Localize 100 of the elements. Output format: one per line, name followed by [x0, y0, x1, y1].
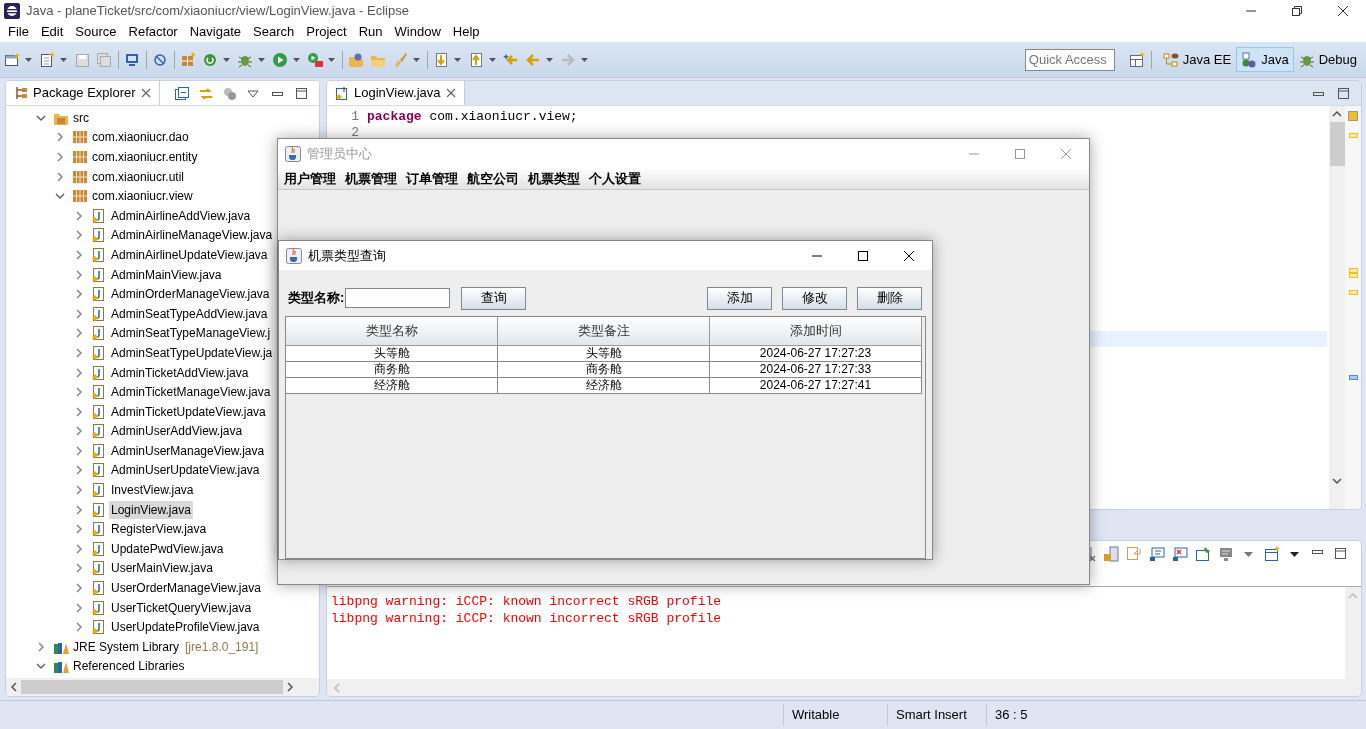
horizontal-scrollbar[interactable]: [6, 678, 319, 696]
tree-item[interactable]: AdminUserAddView.java: [109, 422, 245, 441]
chevron-right-icon[interactable]: [73, 464, 85, 477]
view-tab[interactable]: Package Explorer: [6, 81, 160, 105]
perspective-button[interactable]: Java: [1236, 46, 1294, 73]
filter-icon[interactable]: [221, 85, 237, 101]
tree-item[interactable]: AdminAirlineManageView.java: [109, 226, 275, 245]
tree-item[interactable]: AdminUserUpdateView.java: [109, 461, 262, 480]
tree-item[interactable]: UserUpdateProfileView.java: [109, 618, 262, 637]
quick-access-field[interactable]: Quick Access: [1024, 48, 1115, 71]
new-console-icon[interactable]: [1264, 546, 1280, 562]
tree-item[interactable]: src: [71, 108, 91, 127]
run-toolbox-icon[interactable]: [307, 51, 323, 68]
close-icon[interactable]: [1335, 3, 1351, 19]
tree-item[interactable]: AdminSeatTypeAddView.java: [109, 304, 270, 323]
chevron-right-icon[interactable]: [73, 346, 85, 359]
chevron-right-icon[interactable]: [54, 151, 66, 163]
tree-item[interactable]: AdminTicketManageView.java: [109, 383, 273, 402]
chevron-right-icon[interactable]: [73, 405, 85, 418]
chevron-right-icon[interactable]: [73, 327, 85, 340]
tree-item[interactable]: LoginView.java: [109, 500, 193, 519]
collapse-all-icon[interactable]: [173, 85, 189, 101]
tree-item[interactable]: AdminTicketUpdateView.java: [109, 402, 268, 421]
horizontal-scrollbar[interactable]: [327, 679, 1361, 696]
remove-launch-icon[interactable]: [1172, 546, 1188, 562]
menu-item[interactable]: 个人设置: [586, 168, 647, 189]
grid-plus-icon[interactable]: [180, 51, 196, 68]
tree-item[interactable]: UserMainView.java: [109, 559, 215, 578]
menu-item[interactable]: 机票类型: [525, 168, 586, 189]
chevron-right-icon[interactable]: [73, 366, 85, 379]
action-button[interactable]: 删除: [857, 286, 922, 310]
menu-item[interactable]: File: [2, 22, 35, 42]
chevron-right-icon[interactable]: [54, 170, 66, 183]
column-header[interactable]: 类型备注: [498, 317, 710, 346]
pin-console-icon[interactable]: [1195, 546, 1211, 562]
monitor-icon[interactable]: [124, 51, 140, 68]
chevron-right-icon[interactable]: [73, 582, 85, 595]
menu-item[interactable]: Run: [352, 22, 389, 42]
chevron-right-icon[interactable]: [73, 288, 85, 301]
menu-item[interactable]: Project: [300, 22, 353, 42]
scroll-right-icon[interactable]: [286, 682, 294, 692]
tree-item[interactable]: AdminTicketAddView.java: [109, 363, 251, 382]
tree-item[interactable]: UserOrderManageView.java: [109, 579, 263, 598]
search-button[interactable]: 查询: [461, 286, 527, 310]
restore-icon[interactable]: [1289, 3, 1305, 19]
search-field[interactable]: [345, 288, 451, 308]
menu-item[interactable]: Help: [446, 22, 486, 42]
tree-item[interactable]: JRE System Library: [71, 637, 182, 656]
tree-item[interactable]: AdminSeatTypeUpdateView.ja: [109, 343, 275, 362]
chevron-right-icon[interactable]: [73, 523, 85, 536]
menu-item[interactable]: Search: [247, 22, 301, 42]
link-editor-icon[interactable]: [197, 85, 213, 101]
tree-item[interactable]: AdminAirlineUpdateView.java: [109, 245, 270, 264]
save-all-icon[interactable]: [96, 51, 112, 68]
menu-item[interactable]: 航空公司: [464, 168, 525, 189]
scroll-down-icon[interactable]: [1332, 477, 1342, 485]
tree-item[interactable]: com.xiaoniucr.dao: [90, 128, 191, 147]
pin-output-icon[interactable]: [1149, 546, 1165, 562]
maximize-icon[interactable]: [293, 85, 309, 101]
maximize-icon[interactable]: [1333, 546, 1349, 562]
column-header[interactable]: 类型名称: [286, 317, 498, 346]
menu-item[interactable]: Source: [69, 22, 123, 42]
menu-item[interactable]: 用户管理: [281, 168, 342, 189]
unlink-icon[interactable]: [152, 51, 168, 68]
scroll-lock-icon[interactable]: [1103, 546, 1119, 562]
chevron-right-icon[interactable]: [73, 601, 85, 614]
tree-item[interactable]: AdminUserManageView.java: [109, 441, 267, 460]
next-annotation-icon[interactable]: [433, 51, 449, 68]
scrollbar-thumb[interactable]: [21, 680, 283, 694]
action-button[interactable]: 修改: [782, 286, 847, 310]
chevron-right-icon[interactable]: [73, 621, 85, 634]
column-header[interactable]: 添加时间: [710, 317, 922, 346]
chevron-right-icon[interactable]: [73, 425, 85, 438]
chevron-right-icon[interactable]: [73, 229, 85, 242]
display-console-icon[interactable]: [1218, 546, 1234, 562]
tree-item[interactable]: com.xiaoniucr.entity: [90, 148, 200, 166]
chevron-right-icon[interactable]: [73, 307, 85, 320]
refresh-icon[interactable]: [202, 51, 218, 68]
action-button[interactable]: 添加: [707, 286, 772, 310]
close-icon[interactable]: [902, 249, 916, 262]
scroll-left-icon[interactable]: [10, 682, 18, 692]
chevron-right-icon[interactable]: [73, 562, 85, 575]
menu-item[interactable]: Navigate: [183, 22, 247, 42]
tree-item[interactable]: AdminMainView.java: [109, 265, 224, 284]
word-wrap-icon[interactable]: [1126, 546, 1142, 562]
tree-item[interactable]: AdminOrderManageView.java: [109, 285, 272, 304]
perspective-button[interactable]: Java EE: [1157, 46, 1237, 73]
chevron-right-icon[interactable]: [35, 640, 47, 653]
tree-item[interactable]: AdminAirlineAddView.java: [109, 206, 253, 225]
new-file-icon[interactable]: [39, 51, 55, 68]
scroll-up-icon[interactable]: [1332, 110, 1342, 118]
chevron-right-icon[interactable]: [73, 386, 85, 399]
chevron-right-icon[interactable]: [54, 131, 66, 144]
previous-annotation-icon[interactable]: [468, 51, 484, 68]
tree-item[interactable]: UserTicketQueryView.java: [109, 598, 254, 617]
maximize-icon[interactable]: [856, 249, 870, 262]
menu-item[interactable]: 订单管理: [403, 168, 464, 189]
open-perspective-icon[interactable]: [1128, 51, 1145, 68]
perspective-button[interactable]: Debug: [1293, 46, 1362, 73]
chevron-right-icon[interactable]: [73, 484, 85, 497]
